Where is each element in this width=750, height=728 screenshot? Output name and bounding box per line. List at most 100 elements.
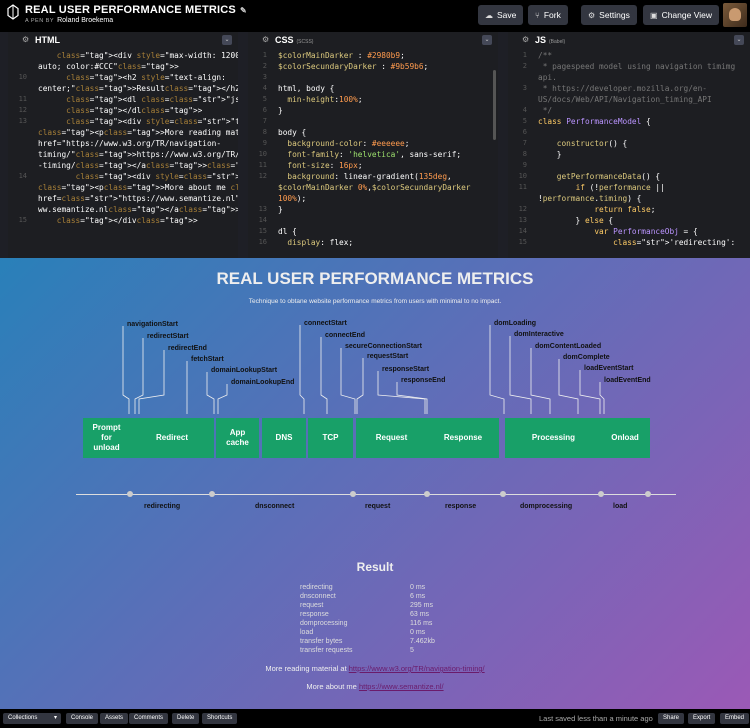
semantize-link[interactable]: https://www.semantize.nl/: [359, 682, 444, 691]
code-line[interactable]: timing/"class="tag">>https://www.w3.org/…: [38, 149, 238, 160]
code-line[interactable]: */: [538, 105, 746, 116]
user-avatar[interactable]: [723, 3, 747, 27]
code-line[interactable]: * pagespeed model using navigation timim…: [538, 61, 746, 72]
js-code[interactable]: 12 3 4 5 6 7 8 9 10 11 12 13 14 15/** * pagespeed …: [508, 50, 750, 258]
code-line[interactable]: class="tag"><dl class=class="str">"js-re…: [38, 94, 238, 105]
code-line[interactable]: US/docs/Web/API/Navigation_timing_API: [538, 94, 746, 105]
code-line[interactable]: body {: [278, 127, 494, 138]
line-number: 3: [262, 73, 267, 81]
css-code[interactable]: 1 2 3 4 5 6 7 8 9 10 11 12 13 14 15 16 $colorMainDarker…: [248, 50, 498, 258]
code-line[interactable]: /**: [538, 50, 746, 61]
result-row: transfer requests 5: [300, 647, 500, 656]
code-line[interactable]: }: [278, 204, 494, 215]
w3-link[interactable]: https://www.w3.org/TR/navigation-timing/: [349, 664, 485, 673]
html-code[interactable]: 10 11 12 13 14 15 class="tag"><div style="…: [8, 50, 238, 258]
code-line[interactable]: background-color: #eeeeee;: [278, 138, 494, 149]
code-line[interactable]: class="tag"><div style=class="str">"text…: [38, 116, 238, 127]
code-line[interactable]: [278, 215, 494, 226]
code-line[interactable]: href=class="str">"https://www.semantize.…: [38, 193, 238, 204]
code-line[interactable]: display: flex;: [278, 237, 494, 248]
gear-icon[interactable]: ⚙: [22, 32, 29, 48]
delete-button[interactable]: Delete: [172, 713, 200, 724]
css-pane[interactable]: ⚙ CSS (SCSS) ⌄ 1 2 3 4 5 6 7 8 9 10 11 12 13 14 15 16 $col…: [248, 32, 498, 258]
code-line[interactable]: class="tag"><pclass="tag">>More reading …: [38, 127, 238, 138]
scrollbar[interactable]: [493, 70, 496, 140]
connector-dominteractive: [509, 336, 532, 414]
comments-button[interactable]: Comments: [129, 713, 169, 724]
assets-button[interactable]: Assets: [100, 713, 129, 724]
code-line[interactable]: getPerformanceData() {: [538, 171, 746, 182]
code-line[interactable]: return false;: [538, 204, 746, 215]
embed-button[interactable]: Embed: [720, 713, 750, 724]
js-pane[interactable]: ⚙ JS (Babel) ⌄ 12 3 4 5 6 7 8 9 10 11 12 13 14 15/** …: [508, 32, 750, 258]
fork-button[interactable]: ⑂ Fork: [528, 5, 568, 25]
gear-icon[interactable]: ⚙: [522, 32, 529, 48]
share-button[interactable]: Share: [658, 713, 685, 724]
code-line[interactable]: [278, 116, 494, 127]
code-line[interactable]: class PerformanceModel {: [538, 116, 746, 127]
timeline-label-load: load: [613, 503, 628, 510]
code-line[interactable]: class="tag"></dlclass="tag">>: [38, 105, 234, 116]
code-line[interactable]: class="tag"><pclass="tag">>More about me…: [38, 182, 238, 193]
pen-title[interactable]: REAL USER PERFORMANCE METRICS ✎: [25, 4, 247, 16]
code-line[interactable]: class="tag"><div style=class="str">"text…: [38, 171, 238, 182]
code-line[interactable]: auto; color:#CCC"class="tag">>: [38, 61, 234, 72]
code-line[interactable]: !performance.timing) {: [538, 193, 746, 204]
code-line[interactable]: dl {: [278, 226, 494, 237]
edit-pencil-icon[interactable]: ✎: [240, 6, 247, 15]
author-link[interactable]: Roland Broekema: [57, 17, 113, 24]
metric-label-fetchstart: fetchStart: [191, 356, 224, 363]
console-button[interactable]: Console: [66, 713, 99, 724]
line-number: [8, 160, 27, 171]
code-line[interactable]: class="tag"><h2 style="text-align:: [38, 72, 234, 83]
shortcuts-button[interactable]: Shortcuts: [202, 713, 238, 724]
code-line[interactable]: $colorSecundaryDarker : #9b59b6;: [278, 61, 494, 72]
code-line[interactable]: * https://developer.mozilla.org/en-: [538, 83, 746, 94]
code-line[interactable]: -timing/class="tag"></aclass="tag">>clas…: [38, 160, 238, 171]
result-row: response 63 ms: [300, 611, 500, 620]
code-line[interactable]: [538, 160, 746, 171]
chevron-down-icon[interactable]: ⌄: [222, 35, 232, 45]
code-line[interactable]: class="tag"><div style="max-width: 1200p…: [38, 50, 238, 61]
codepen-logo-icon[interactable]: [7, 4, 19, 20]
connector-domloading: [489, 325, 505, 414]
code-line[interactable]: if (!performance ||: [538, 182, 746, 193]
code-line[interactable]: class="tag"></divclass="tag">>: [38, 215, 234, 226]
code-line[interactable]: html, body {: [278, 83, 494, 94]
code-line[interactable]: class="str">'redirecting':: [538, 237, 746, 248]
code-line[interactable]: }: [538, 149, 746, 160]
code-line[interactable]: font-size: 16px;: [278, 160, 494, 171]
code-line[interactable]: ww.semantize.nlclass="tag"></aclass="tag…: [38, 204, 238, 215]
collections-dropdown[interactable]: Collections ▾: [3, 713, 61, 724]
code-line[interactable]: background: linear-gradient(135deg,: [278, 171, 494, 182]
code-line[interactable]: } else {: [538, 215, 746, 226]
css-pane-header: ⚙ CSS (SCSS) ⌄: [248, 32, 498, 48]
code-line[interactable]: constructor() {: [538, 138, 746, 149]
phase-box-tcp: TCP: [308, 418, 353, 458]
line-number: 1: [522, 51, 527, 59]
editor-area: ⚙ HTML ⌄ 10 11 12 13 14 15 class="tag"><div …: [0, 32, 750, 258]
bottom-bar: Collections ▾ Console Assets Comments Del…: [0, 709, 750, 728]
code-line[interactable]: [278, 72, 494, 83]
code-line[interactable]: $colorMainDarker 0%,$colorSecundaryDarke…: [278, 182, 494, 193]
code-line[interactable]: $colorMainDarker : #2980b9;: [278, 50, 494, 61]
code-line[interactable]: center;"class="tag">>Resultclass="tag"><…: [38, 83, 238, 94]
save-button[interactable]: ☁ Save: [478, 5, 524, 25]
code-line[interactable]: }: [278, 105, 494, 116]
phase-box-response: Response: [427, 418, 499, 458]
settings-button[interactable]: ⚙ Settings: [581, 5, 637, 25]
chevron-down-icon[interactable]: ⌄: [734, 35, 744, 45]
html-pane[interactable]: ⚙ HTML ⌄ 10 11 12 13 14 15 class="tag"><div …: [8, 32, 238, 258]
metric-label-domloading: domLoading: [494, 320, 536, 327]
change-view-button[interactable]: ▣ Change View: [643, 5, 719, 25]
code-line[interactable]: var PerformanceObj = {: [538, 226, 746, 237]
gear-icon[interactable]: ⚙: [262, 32, 269, 48]
code-line[interactable]: font-family: 'helvetica', sans-serif;: [278, 149, 494, 160]
chevron-down-icon[interactable]: ⌄: [482, 35, 492, 45]
code-line[interactable]: [538, 127, 746, 138]
export-button[interactable]: Export: [688, 713, 716, 724]
code-line[interactable]: min-height:100%;: [278, 94, 494, 105]
code-line[interactable]: 100%);: [278, 193, 494, 204]
code-line[interactable]: api.: [538, 72, 746, 83]
code-line[interactable]: href="https://www.w3.org/TR/navigation-: [38, 138, 234, 149]
